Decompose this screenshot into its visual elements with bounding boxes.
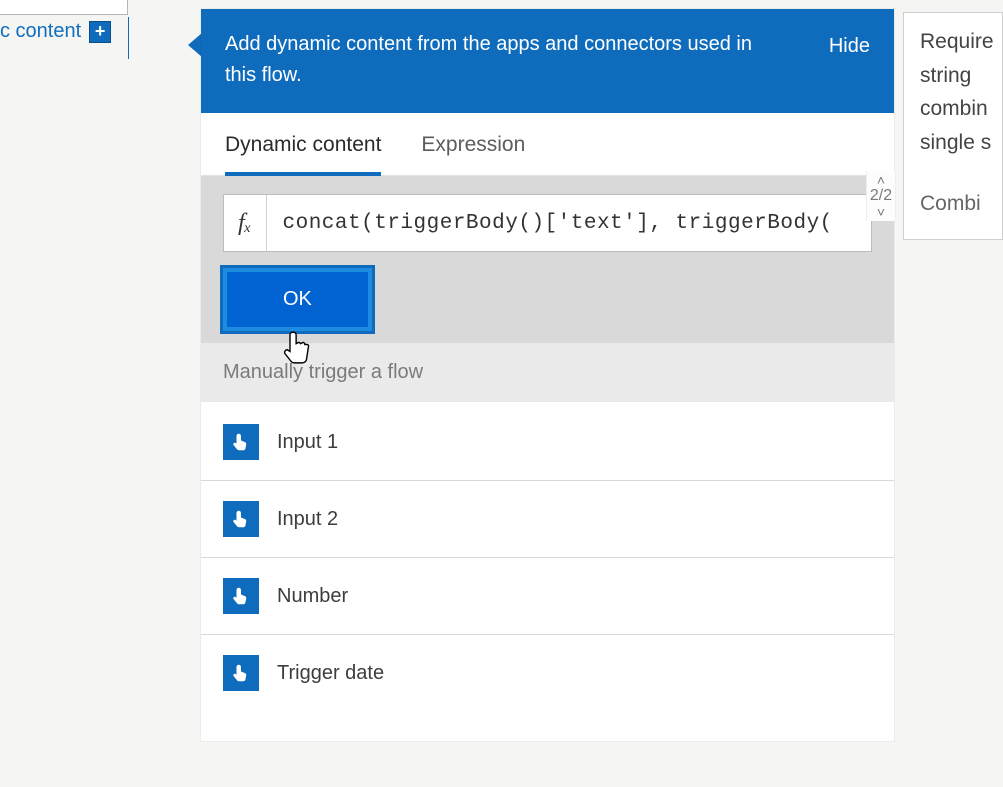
tooltip-line: single s <box>920 126 998 160</box>
touch-icon <box>223 578 259 614</box>
fx-icon: fₓ <box>224 195 267 251</box>
list-item[interactable]: Trigger date <box>201 635 894 711</box>
tooltip-line: string <box>920 59 998 93</box>
panel-pointer-icon <box>188 33 202 57</box>
panel-title: Add dynamic content from the apps and co… <box>225 29 755 91</box>
ok-button[interactable]: OK <box>223 268 372 331</box>
dynamic-content-link-label: c content <box>0 20 81 43</box>
paginator-value: 2/2 <box>870 187 892 205</box>
paginator-up-icon[interactable]: ˄ <box>877 173 885 187</box>
touch-icon <box>223 655 259 691</box>
tab-dynamic-content[interactable]: Dynamic content <box>225 133 381 175</box>
expression-input[interactable] <box>267 195 872 251</box>
left-input-fragment <box>0 0 128 15</box>
tooltip: Require string combin single s Combi <box>903 12 1003 240</box>
list-item[interactable]: Input 2 <box>201 481 894 558</box>
list-item-label: Input 2 <box>277 508 338 531</box>
list-item[interactable]: Number <box>201 558 894 635</box>
dynamic-content-panel: Add dynamic content from the apps and co… <box>201 9 894 741</box>
paginator: ˄ 2/2 ˅ <box>866 171 896 221</box>
list-item-label: Number <box>277 585 348 608</box>
paginator-down-icon[interactable]: ˅ <box>877 205 885 219</box>
left-divider <box>128 17 129 59</box>
list-item-label: Trigger date <box>277 662 384 685</box>
dynamic-content-list: Input 1 Input 2 Number Trigger date <box>201 402 894 741</box>
section-header: Manually trigger a flow <box>201 343 894 402</box>
touch-icon <box>223 501 259 537</box>
list-item-label: Input 1 <box>277 431 338 454</box>
tooltip-line: combin <box>920 92 998 126</box>
dynamic-content-link[interactable]: c content + <box>0 20 111 43</box>
tabs: Dynamic content Expression <box>201 113 894 176</box>
expression-area: fₓ OK <box>201 176 894 343</box>
tooltip-line: Require <box>920 25 998 59</box>
tab-expression[interactable]: Expression <box>421 133 525 175</box>
touch-icon <box>223 424 259 460</box>
hide-link[interactable]: Hide <box>829 29 870 62</box>
expression-input-wrap: fₓ <box>223 194 872 252</box>
tooltip-secondary: Combi <box>920 187 998 221</box>
plus-icon[interactable]: + <box>89 21 111 43</box>
panel-header: Add dynamic content from the apps and co… <box>201 9 894 113</box>
list-item[interactable]: Input 1 <box>201 404 894 481</box>
